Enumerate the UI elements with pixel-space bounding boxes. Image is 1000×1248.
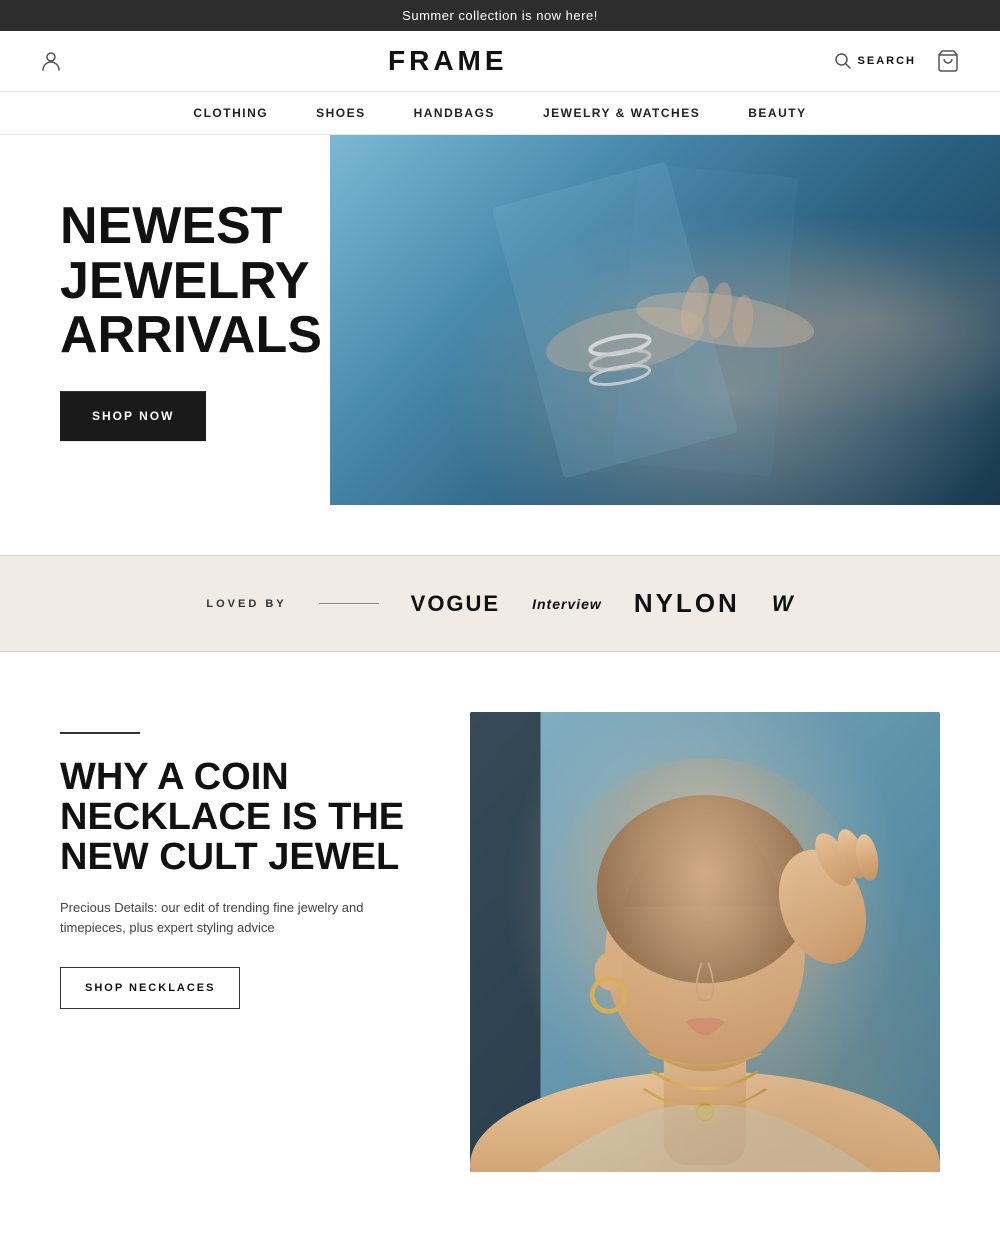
hero-section: NEWEST JEWELRY ARRIVALS SHOP NOW (0, 135, 1000, 505)
press-logos: VOGUE Interview NYLON W (411, 588, 794, 619)
nav-item-shoes[interactable]: SHOES (316, 106, 366, 120)
nav-item-clothing[interactable]: CLOTHING (193, 106, 268, 120)
search-label: SEARCH (858, 55, 916, 67)
announcement-text: Summer collection is now here! (402, 8, 598, 23)
header-actions: SEARCH (834, 49, 960, 73)
brand-logo[interactable]: FRAME (388, 45, 508, 77)
header: FRAME SEARCH (0, 31, 1000, 92)
cart-button[interactable] (936, 49, 960, 73)
main-nav: CLOTHING SHOES HANDBAGS JEWELRY & WATCHE… (0, 92, 1000, 135)
article-content: WHY A COIN NECKLACE IS THE NEW CULT JEWE… (60, 712, 410, 1009)
search-icon (834, 52, 852, 70)
nav-item-handbags[interactable]: HANDBAGS (414, 106, 495, 120)
press-bar: LOVED BY VOGUE Interview NYLON W (0, 555, 1000, 652)
article-section: WHY A COIN NECKLACE IS THE NEW CULT JEWE… (0, 712, 1000, 1172)
press-logo-nylon: NYLON (634, 588, 740, 619)
hero-bracelet-illustration (425, 160, 905, 480)
woman-portrait-illustration (470, 712, 940, 1172)
person-icon (40, 50, 62, 72)
nav-item-beauty[interactable]: BEAUTY (748, 106, 806, 120)
press-logo-w: W (772, 591, 794, 617)
press-divider (319, 603, 379, 604)
announcement-bar: Summer collection is now here! (0, 0, 1000, 31)
article-description: Precious Details: our edit of trending f… (60, 898, 410, 940)
cart-icon (936, 49, 960, 73)
loved-by-label: LOVED BY (206, 598, 286, 610)
article-title: WHY A COIN NECKLACE IS THE NEW CULT JEWE… (60, 758, 410, 878)
press-inner: LOVED BY VOGUE Interview NYLON W (0, 588, 1000, 619)
hero-image (330, 135, 1000, 505)
hero-content: NEWEST JEWELRY ARRIVALS SHOP NOW (60, 199, 400, 441)
nav-item-jewelry[interactable]: JEWELRY & WATCHES (543, 106, 700, 120)
search-button[interactable]: SEARCH (834, 52, 916, 70)
article-cta-button[interactable]: SHOP NECKLACES (60, 967, 240, 1009)
article-rule (60, 732, 140, 734)
hero-cta-button[interactable]: SHOP NOW (60, 391, 206, 441)
press-logo-vogue: VOGUE (411, 591, 500, 617)
article-image (470, 712, 940, 1172)
hero-title: NEWEST JEWELRY ARRIVALS (60, 199, 400, 363)
press-logo-interview: Interview (532, 596, 602, 612)
account-button[interactable] (40, 50, 62, 72)
